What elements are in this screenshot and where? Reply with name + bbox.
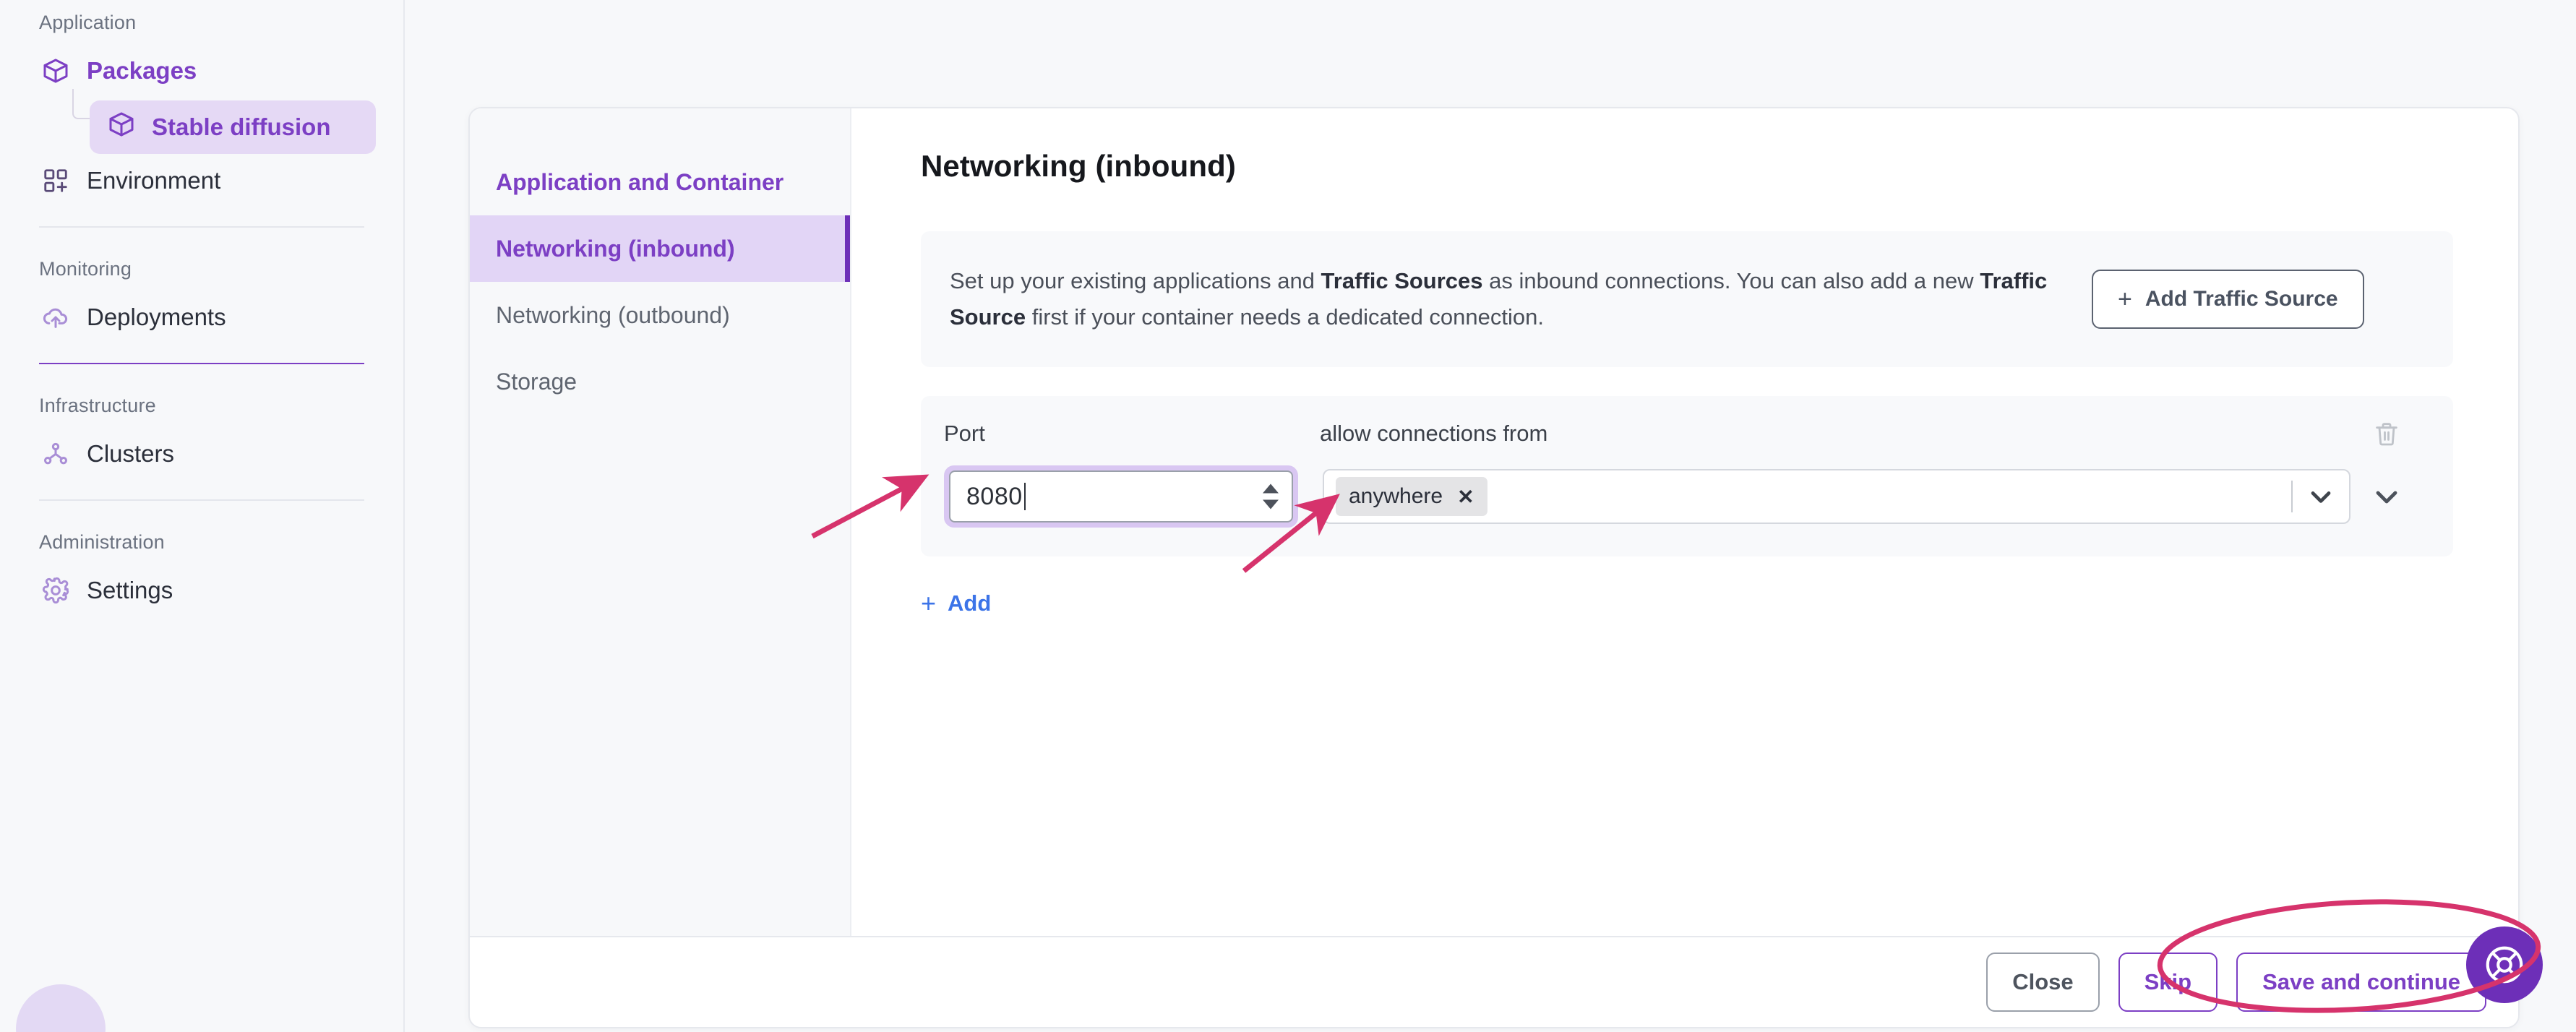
sidebar-item-environment[interactable]: Environment — [27, 154, 376, 207]
sidebar-section-label-monitoring: Monitoring — [39, 258, 132, 280]
close-button[interactable]: Close — [1986, 953, 2100, 1012]
cluster-nodes-icon — [40, 439, 71, 469]
delete-rule-button[interactable] — [2350, 419, 2423, 448]
tab-label: Networking (inbound) — [496, 235, 735, 262]
sidebar-item-label: Clusters — [87, 440, 175, 467]
sidebar-section-label-application: Application — [39, 12, 137, 33]
sidebar-item-label: Settings — [87, 577, 173, 603]
lifebuoy-icon — [2486, 946, 2523, 984]
sidebar-item-label: Packages — [87, 57, 197, 84]
plus-icon: + — [921, 588, 937, 618]
app-sidebar: Application Packages Stable diffusion En… — [0, 0, 405, 1032]
sidebar-section-label-infrastructure: Infrastructure — [39, 395, 156, 416]
package-icon — [40, 56, 71, 86]
sidebar-item-label: Environment — [87, 167, 221, 194]
tab-label: Storage — [496, 368, 578, 395]
add-port-rule-link[interactable]: + Add — [921, 588, 991, 619]
text-caret — [1023, 483, 1026, 510]
tag-label: anywhere — [1349, 484, 1443, 508]
select-dropdown-toggle[interactable] — [2293, 481, 2349, 512]
port-input-focus-ring: 8080 — [944, 465, 1298, 528]
sidebar-item-settings[interactable]: Settings — [27, 564, 376, 617]
tab-label: Networking (outbound) — [496, 301, 730, 328]
dialog-step-nav: Application and Container Networking (in… — [470, 108, 851, 936]
port-input[interactable]: 8080 — [949, 470, 1293, 523]
package-icon — [107, 110, 136, 145]
selected-tag-anywhere[interactable]: anywhere ✕ — [1336, 477, 1487, 516]
avatar[interactable] — [16, 984, 106, 1032]
dialog-content: Networking (inbound) Set up your existin… — [851, 108, 2518, 936]
tab-networking-inbound[interactable]: Networking (inbound) — [470, 215, 850, 282]
sidebar-item-label: Stable diffusion — [152, 113, 331, 140]
port-rule-fields: 8080 anywhere ✕ — [944, 465, 2423, 528]
dialog-footer: Close Skip Save and continue — [470, 936, 2518, 1027]
tab-label: Application and Container — [496, 168, 784, 195]
allow-connections-label: allow connections from — [1320, 421, 1548, 446]
sidebar-item-stable-diffusion[interactable]: Stable diffusion — [90, 100, 376, 154]
stepper-up-icon[interactable] — [1263, 483, 1279, 494]
sidebar-item-label: Deployments — [87, 304, 226, 330]
sidebar-item-deployments[interactable]: Deployments — [27, 291, 376, 344]
info-banner: Set up your existing applications and Tr… — [921, 231, 2453, 367]
sidebar-divider — [39, 226, 364, 228]
skip-button[interactable]: Skip — [2118, 953, 2218, 1012]
sidebar-subtree-packages: Stable diffusion — [27, 89, 376, 154]
chevron-down-icon — [2376, 491, 2397, 504]
cloud-upload-icon — [40, 302, 71, 332]
tab-application-and-container[interactable]: Application and Container — [470, 149, 850, 215]
port-label: Port — [944, 421, 985, 446]
port-rule-row: Port allow connections from 8080 anywher… — [921, 396, 2453, 556]
sidebar-item-clusters[interactable]: Clusters — [27, 427, 376, 481]
add-port-rule-label: Add — [948, 590, 992, 616]
gear-icon — [40, 575, 71, 606]
save-and-continue-button[interactable]: Save and continue — [2236, 953, 2486, 1012]
expand-rule-button[interactable] — [2350, 479, 2423, 514]
trash-icon — [2376, 423, 2397, 446]
info-text-part3: first if your container needs a dedicate… — [1026, 304, 1544, 330]
chevron-down-icon — [2311, 491, 2331, 503]
info-text-part2: as inbound connections. You can also add… — [1482, 267, 1980, 293]
allow-connections-select[interactable]: anywhere ✕ — [1323, 469, 2350, 524]
grid-plus-icon — [40, 165, 71, 196]
tab-storage[interactable]: Storage — [470, 348, 850, 415]
page-title: Networking (inbound) — [921, 149, 1236, 183]
tab-networking-outbound[interactable]: Networking (outbound) — [470, 282, 850, 348]
info-text-strong-traffic-sources: Traffic Sources — [1321, 267, 1483, 293]
networking-wizard-dialog: Application and Container Networking (in… — [468, 107, 2520, 1028]
help-support-button[interactable] — [2466, 926, 2543, 1003]
info-banner-text: Set up your existing applications and Tr… — [950, 263, 2063, 335]
add-traffic-source-label: Add Traffic Source — [2144, 287, 2338, 311]
sidebar-divider — [39, 499, 364, 501]
port-stepper[interactable] — [1263, 483, 1279, 509]
tag-remove-icon[interactable]: ✕ — [1457, 485, 1474, 509]
sidebar-divider-accent — [39, 363, 364, 364]
sidebar-section-label-administration: Administration — [39, 531, 165, 553]
port-rule-header: Port allow connections from — [944, 419, 2423, 448]
plus-icon: + — [2118, 285, 2132, 313]
port-input-value: 8080 — [966, 482, 1023, 510]
stepper-down-icon[interactable] — [1263, 499, 1279, 509]
dialog-body: Application and Container Networking (in… — [470, 108, 2518, 936]
info-text-part1: Set up your existing applications and — [950, 267, 1321, 293]
add-traffic-source-button[interactable]: + Add Traffic Source — [2092, 270, 2364, 329]
